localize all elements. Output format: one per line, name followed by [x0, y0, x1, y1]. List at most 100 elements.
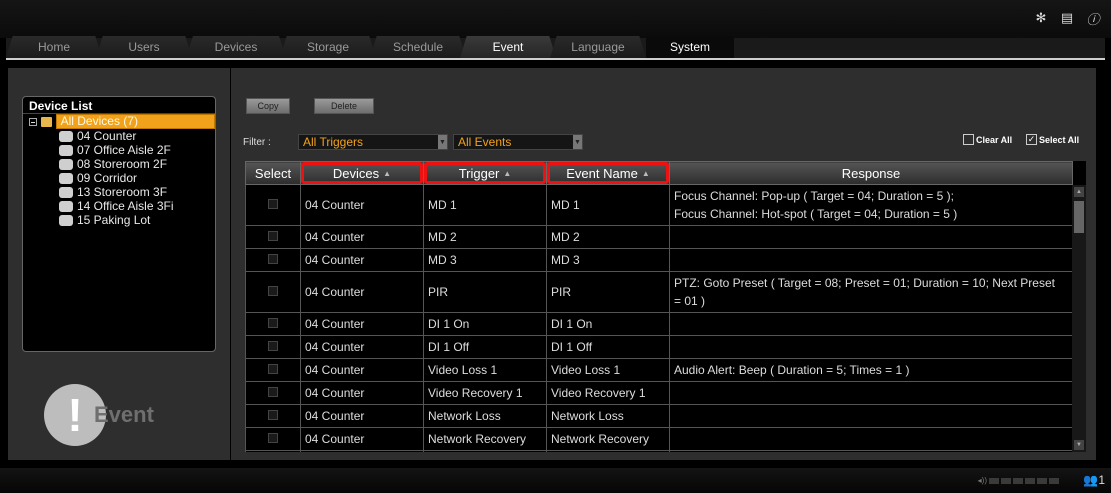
device-cell: 04 Counter — [300, 335, 424, 359]
device-item[interactable]: 15 Paking Lot — [23, 213, 215, 227]
select-column-header: Select — [245, 161, 301, 185]
trigger-cell: MD 1 — [423, 450, 547, 452]
response-line: PTZ: Goto Preset ( Target = 08; Preset =… — [674, 276, 1055, 290]
row-checkbox[interactable] — [268, 231, 278, 241]
tab-storage[interactable]: Storage — [280, 36, 376, 58]
online-users: 👥 1 — [1083, 473, 1105, 487]
select-cell[interactable] — [245, 335, 301, 359]
chevron-down-icon: ▼ — [573, 135, 582, 149]
scroll-down-icon[interactable]: ▼ — [1074, 440, 1084, 450]
clear-all-checkbox[interactable]: Clear All — [963, 134, 1012, 145]
device-item[interactable]: 13 Storeroom 3F — [23, 185, 215, 199]
event-filter-dropdown[interactable]: All Events ▼ — [453, 134, 583, 150]
device-item[interactable]: 04 Counter — [23, 129, 215, 143]
tab-devices[interactable]: Devices — [186, 36, 286, 58]
table-row[interactable]: 04 Counter Network Loss Network Loss — [245, 404, 1073, 428]
event-name-cell: Video Recovery 1 — [546, 381, 670, 405]
event-name-cell: MD 3 — [546, 248, 670, 272]
table-row[interactable]: 04 Counter MD 3 MD 3 — [245, 248, 1073, 272]
tab-language[interactable]: Language — [550, 36, 646, 58]
scroll-up-icon[interactable]: ▲ — [1074, 187, 1084, 197]
tab-schedule[interactable]: Schedule — [370, 36, 466, 58]
box-camera-icon — [59, 186, 73, 198]
event-name-cell: Network Loss — [546, 404, 670, 428]
select-cell[interactable] — [245, 450, 301, 452]
select-cell[interactable] — [245, 358, 301, 382]
row-checkbox[interactable] — [268, 199, 278, 209]
event-name-cell: MD 2 — [546, 225, 670, 249]
select-cell[interactable] — [245, 271, 301, 313]
table-body: 04 Counter MD 1 MD 1 Focus Channel: Pop-up … — [245, 184, 1073, 452]
device-cell: 04 Counter — [300, 312, 424, 336]
response-cell — [669, 248, 1073, 272]
table-row[interactable]: 04 Counter DI 1 Off DI 1 Off — [245, 335, 1073, 359]
row-checkbox[interactable] — [268, 318, 278, 328]
row-checkbox[interactable] — [268, 341, 278, 351]
table-row[interactable]: 04 Counter MD 2 MD 2 — [245, 225, 1073, 249]
table-row[interactable]: 04 Counter Network Recovery Network Recove… — [245, 427, 1073, 451]
tab-event[interactable]: Event — [460, 36, 556, 58]
table-row[interactable]: 07 Office Aisle 2FMD 1MD 1 — [245, 450, 1073, 452]
response-cell — [669, 225, 1073, 249]
device-item[interactable]: 08 Storeroom 2F — [23, 157, 215, 171]
event-name-column-header[interactable]: Event Name ▲ — [546, 161, 670, 185]
row-checkbox[interactable] — [268, 410, 278, 420]
device-tree-root[interactable]: All Devices (7) — [23, 114, 215, 129]
device-item[interactable]: 14 Office Aisle 3Fi — [23, 199, 215, 213]
trigger-cell: Network Recovery — [423, 427, 547, 451]
event-table: Select Devices ▲ Trigger ▲ Event Name ▲ Res… — [245, 161, 1086, 452]
status-bar: ◂)) 👥 1 — [0, 468, 1111, 493]
select-cell[interactable] — [245, 184, 301, 226]
trigger-filter-dropdown[interactable]: All Triggers ▼ — [298, 134, 448, 150]
device-cell: 07 Office Aisle 2F — [300, 450, 424, 452]
event-name-cell: Network Recovery — [546, 427, 670, 451]
response-line: Focus Channel: Hot-spot ( Target = 04; D… — [674, 207, 958, 221]
tab-users[interactable]: Users — [96, 36, 192, 58]
tab-home[interactable]: Home — [6, 36, 102, 58]
row-checkbox[interactable] — [268, 364, 278, 374]
table-row[interactable]: 04 Counter DI 1 On DI 1 On — [245, 312, 1073, 336]
response-cell: Focus Channel: Pop-up ( Target = 04; Dur… — [669, 184, 1073, 226]
table-row[interactable]: 04 Counter Video Loss 1 Video Loss 1 Audio … — [245, 358, 1073, 382]
highlight-box: Event Name ▲ — [547, 162, 669, 184]
device-item[interactable]: 09 Corridor — [23, 171, 215, 185]
row-checkbox[interactable] — [268, 433, 278, 443]
trigger-column-header[interactable]: Trigger ▲ — [423, 161, 547, 185]
trigger-cell: Video Recovery 1 — [423, 381, 547, 405]
row-checkbox[interactable] — [268, 254, 278, 264]
select-cell[interactable] — [245, 312, 301, 336]
trigger-cell: DI 1 Off — [423, 335, 547, 359]
response-cell: Audio Alert: Beep ( Duration = 5; Times … — [669, 358, 1073, 382]
row-checkbox[interactable] — [268, 286, 278, 296]
main-tabs: Home Users Devices Storage Schedule Even… — [6, 36, 1105, 60]
table-row[interactable]: 04 Counter MD 1 MD 1 Focus Channel: Pop-up … — [245, 184, 1073, 226]
trigger-cell: PIR — [423, 271, 547, 313]
event-name-cell: MD 1 — [546, 184, 670, 226]
document-icon[interactable]: ▤ — [1059, 10, 1075, 26]
scrollbar-thumb[interactable] — [1074, 201, 1084, 233]
devices-column-header[interactable]: Devices ▲ — [300, 161, 424, 185]
delete-button[interactable]: Delete — [314, 98, 374, 114]
info-icon[interactable]: ⓘ — [1085, 10, 1101, 27]
vertical-scrollbar[interactable]: ▲ ▼ — [1072, 185, 1086, 452]
gear-icon[interactable]: ✻ — [1033, 10, 1049, 26]
collapse-icon[interactable] — [29, 117, 37, 126]
table-row[interactable]: 04 Counter Video Recovery 1 Video Recovery… — [245, 381, 1073, 405]
select-cell[interactable] — [245, 225, 301, 249]
device-cell: 04 Counter — [300, 404, 424, 428]
select-cell[interactable] — [245, 427, 301, 451]
device-cell: 04 Counter — [300, 427, 424, 451]
all-devices-node[interactable]: All Devices (7) — [55, 114, 215, 129]
copy-button[interactable]: Copy — [246, 98, 290, 114]
select-cell[interactable] — [245, 248, 301, 272]
table-row[interactable]: 04 Counter PIR PIR PTZ: Goto Preset ( Targe… — [245, 271, 1073, 313]
row-checkbox[interactable] — [268, 387, 278, 397]
volume-control[interactable]: ◂)) — [978, 476, 1059, 485]
select-all-checkbox[interactable]: ✓ Select All — [1026, 134, 1079, 145]
tab-system[interactable]: System — [646, 36, 734, 58]
response-cell — [669, 427, 1073, 451]
folder-icon — [40, 116, 52, 127]
select-cell[interactable] — [245, 404, 301, 428]
device-item[interactable]: 07 Office Aisle 2F — [23, 143, 215, 157]
select-cell[interactable] — [245, 381, 301, 405]
